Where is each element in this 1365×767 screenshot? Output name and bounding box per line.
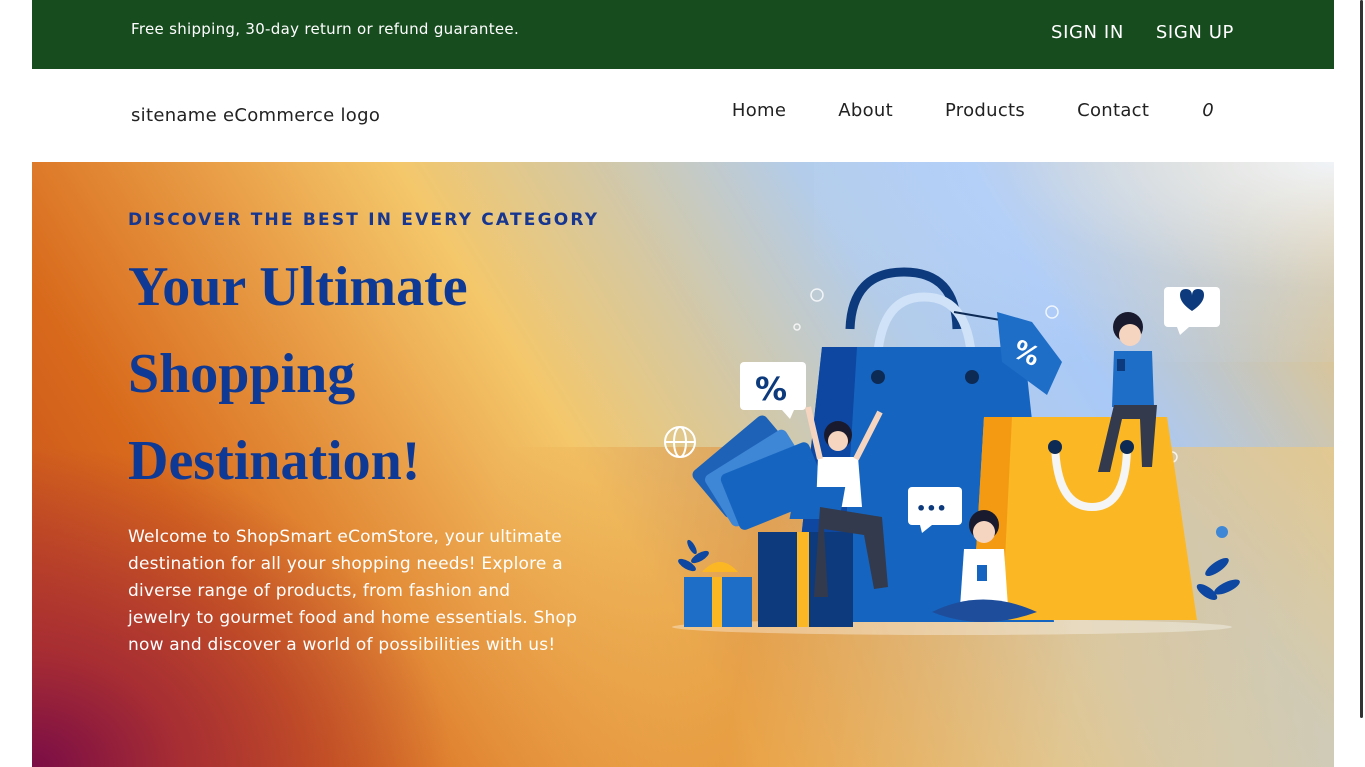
scrollbar[interactable] bbox=[1334, 0, 1365, 767]
percent-bubble-icon: % bbox=[740, 362, 806, 419]
plant-left bbox=[678, 539, 709, 572]
heart-bubble-icon bbox=[1164, 287, 1220, 335]
gift-box-icon bbox=[684, 562, 752, 627]
page: Free shipping, 30-day return or refund g… bbox=[0, 0, 1365, 767]
nav-products[interactable]: Products bbox=[945, 100, 1025, 121]
bubble-dots-text: ••• bbox=[916, 499, 947, 518]
main-nav: Home About Products Contact 0 bbox=[680, 100, 1214, 121]
sign-in-link[interactable]: SIGN IN bbox=[1051, 22, 1124, 43]
top-bar: Free shipping, 30-day return or refund g… bbox=[32, 0, 1334, 69]
hero-headline: Your Ultimate Shopping Destination! bbox=[128, 256, 468, 492]
site-logo[interactable]: sitename eCommerce logo bbox=[131, 105, 380, 126]
scrollbar-thumb[interactable] bbox=[1360, 0, 1363, 718]
hero-kicker: DISCOVER THE BEST IN EVERY CATEGORY bbox=[128, 210, 600, 230]
gift-box-large bbox=[758, 532, 853, 627]
bubble-percent-text: % bbox=[755, 370, 787, 408]
auth-links: SIGN IN SIGN UP bbox=[1051, 22, 1234, 43]
globe-icon bbox=[664, 426, 696, 458]
shipping-notice: Free shipping, 30-day return or refund g… bbox=[131, 20, 520, 38]
nav-contact[interactable]: Contact bbox=[1077, 100, 1149, 121]
nav-home[interactable]: Home bbox=[732, 100, 786, 121]
cart-count[interactable]: 0 bbox=[1202, 100, 1214, 121]
hero-section: DISCOVER THE BEST IN EVERY CATEGORY Your… bbox=[32, 162, 1334, 767]
site-header: sitename eCommerce logo Home About Produ… bbox=[32, 69, 1334, 162]
nav-about[interactable]: About bbox=[838, 100, 893, 121]
hero-intro: Welcome to ShopSmart eComStore, your ult… bbox=[128, 527, 578, 655]
sign-up-link[interactable]: SIGN UP bbox=[1156, 22, 1234, 43]
shopping-illustration: % % ••• bbox=[664, 267, 1240, 635]
plant-right bbox=[1196, 526, 1240, 601]
